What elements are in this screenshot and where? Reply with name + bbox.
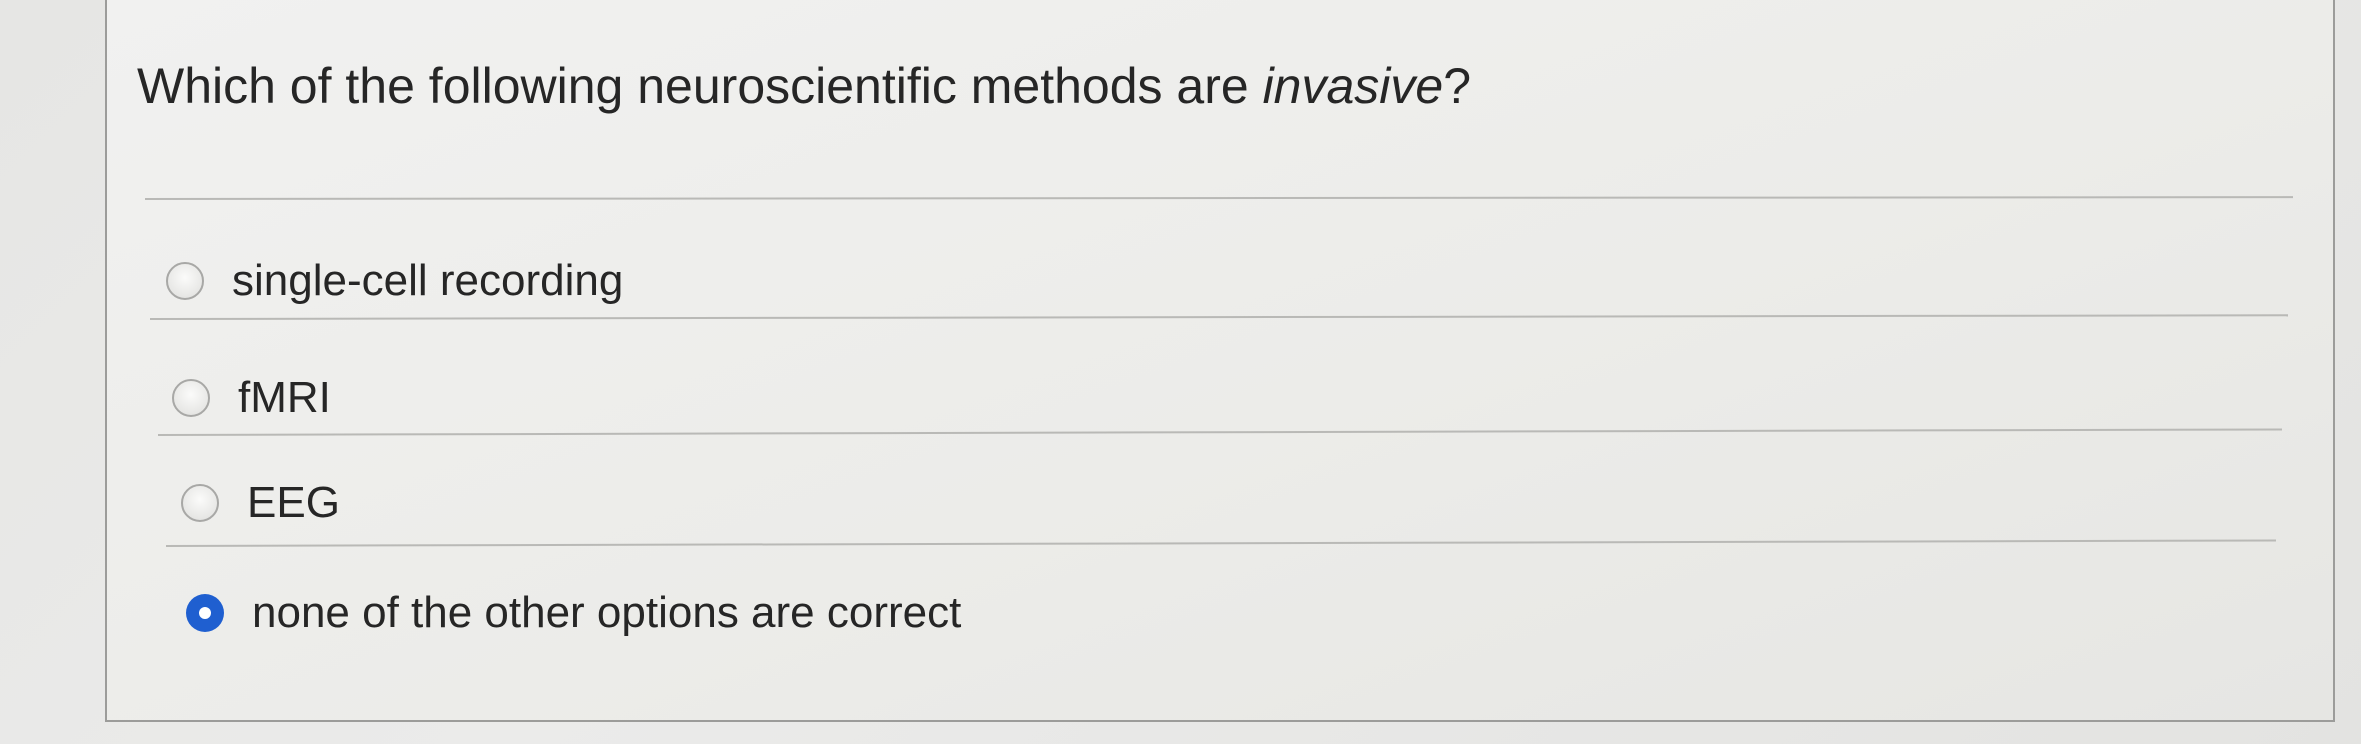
option-label: single-cell recording	[232, 256, 624, 305]
radio-button[interactable]	[181, 484, 219, 522]
radio-button[interactable]	[172, 379, 210, 417]
question-text: Which of the following neuroscientific m…	[137, 56, 1471, 116]
option-label: fMRI	[238, 373, 331, 422]
option-eeg[interactable]: EEG	[181, 477, 340, 529]
option-none-of-the-other-options[interactable]: none of the other options are correct	[186, 587, 961, 639]
option-fmri[interactable]: fMRI	[172, 372, 331, 424]
option-label: none of the other options are correct	[252, 588, 962, 637]
question-suffix: ?	[1443, 58, 1472, 114]
question-prefix: Which of the following neuroscientific m…	[137, 58, 1263, 114]
question-emphasis: invasive	[1262, 58, 1444, 114]
option-label: EEG	[247, 478, 340, 527]
option-single-cell-recording[interactable]: single-cell recording	[166, 255, 623, 307]
radio-button-selected[interactable]	[186, 594, 224, 632]
radio-button[interactable]	[166, 262, 204, 300]
